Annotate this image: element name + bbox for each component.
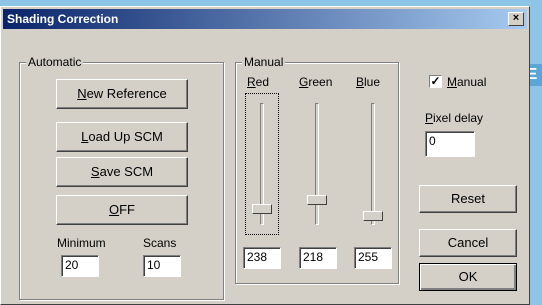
minimum-label: Minimum (57, 236, 106, 250)
close-icon[interactable]: × (508, 12, 524, 26)
load-up-scm-button[interactable]: Load Up SCM (56, 122, 188, 152)
shading-correction-dialog: Shading Correction × Automatic New Refer… (0, 6, 530, 305)
green-mnemonic: G (299, 75, 309, 89)
red-label: Red (247, 75, 269, 89)
manual-checkbox-label-rest: anual (457, 75, 487, 89)
manual-checkbox[interactable]: ✓ (429, 75, 442, 88)
ok-button[interactable]: OK (419, 263, 517, 291)
green-slider-thumb[interactable] (307, 195, 327, 205)
green-slider-track[interactable] (315, 103, 319, 225)
off-button[interactable]: OFF (56, 195, 188, 225)
blue-label: Blue (356, 75, 380, 89)
pixel-delay-field[interactable]: 0 (425, 131, 475, 157)
manual-checkbox-label[interactable]: Manual (447, 75, 486, 89)
automatic-group-label: Automatic (26, 55, 84, 69)
title-bar: Shading Correction × (3, 9, 527, 29)
green-label: Green (299, 75, 332, 89)
red-value-field[interactable]: 238 (243, 247, 281, 269)
new-reference-mnemonic: N (77, 86, 87, 101)
red-label-rest: ed (255, 75, 270, 89)
reset-button[interactable]: Reset (419, 185, 517, 213)
save-scm-button[interactable]: Save SCM (56, 157, 188, 187)
red-mnemonic: R (247, 75, 256, 89)
blue-slider-thumb[interactable] (363, 211, 383, 221)
load-scm-label: oad Up SCM (88, 129, 163, 144)
off-label: FF (119, 202, 135, 217)
save-scm-mnemonic: S (90, 164, 100, 179)
pixel-delay-label: Pixel delay (425, 111, 483, 125)
window-title: Shading Correction (7, 12, 119, 26)
scans-label: Scans (143, 236, 177, 250)
blue-mnemonic: B (356, 75, 365, 89)
scans-field[interactable]: 10 (143, 255, 181, 277)
green-label-rest: reen (308, 75, 333, 89)
pixel-delay-label-rest: ixel delay (433, 111, 484, 125)
check-icon: ✓ (430, 74, 441, 88)
cancel-button[interactable]: Cancel (419, 229, 517, 257)
minimum-field[interactable]: 20 (61, 255, 99, 277)
new-reference-label: ew Reference (86, 86, 167, 101)
blue-value-field[interactable]: 255 (354, 247, 392, 269)
off-mnemonic: O (108, 202, 120, 217)
red-slider-thumb[interactable] (252, 204, 272, 214)
blue-slider-track[interactable] (371, 103, 375, 225)
blue-label-rest: lue (364, 75, 381, 89)
save-scm-label: ave SCM (99, 164, 154, 179)
pixel-delay-mnemonic: P (425, 111, 434, 125)
new-reference-button[interactable]: New Reference (56, 79, 188, 109)
manual-checkbox-mnemonic: M (447, 75, 457, 89)
green-value-field[interactable]: 218 (299, 247, 337, 269)
manual-group-label: Manual (242, 55, 286, 69)
